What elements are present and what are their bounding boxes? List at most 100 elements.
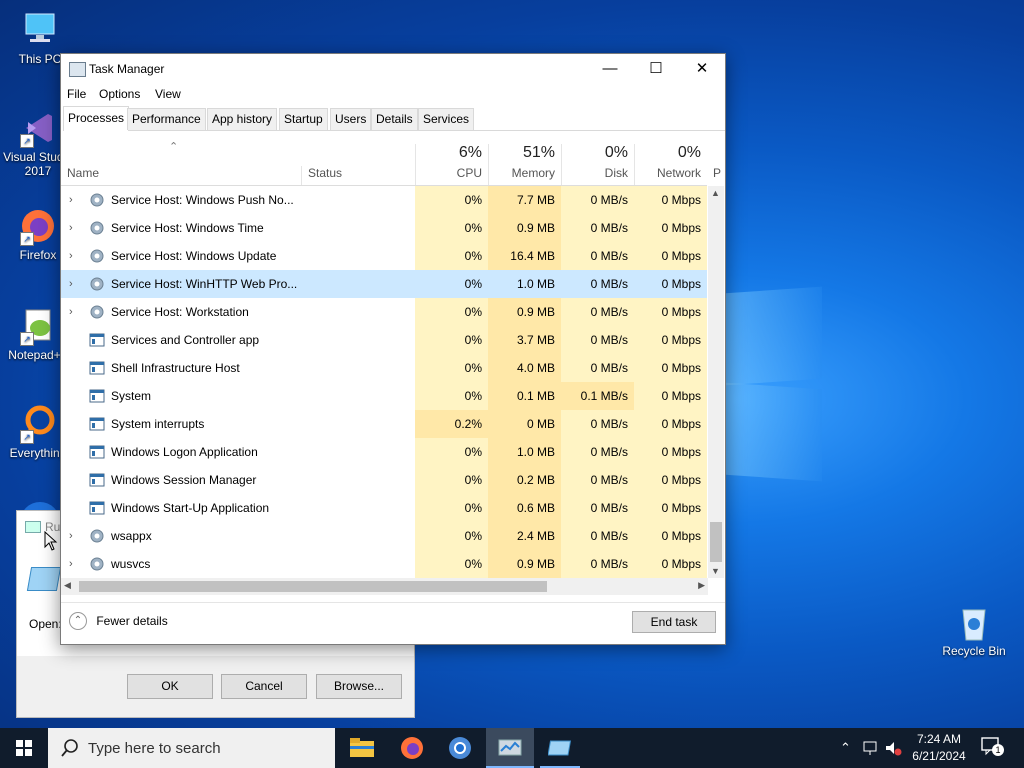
- column-network[interactable]: 0% Network: [634, 144, 707, 185]
- shortcut-arrow-icon: ↗: [20, 232, 34, 246]
- table-row[interactable]: › Service Host: Windows Time 0% 0.9 MB 0 MB/…: [61, 214, 707, 242]
- network-value: 0 Mbps: [634, 298, 707, 326]
- taskbar-firefox[interactable]: [388, 728, 436, 768]
- table-row[interactable]: System interrupts 0.2% 0 MB 0 MB/s 0 Mbps: [61, 410, 707, 438]
- task-manager-icon: [498, 739, 522, 756]
- column-power-partial[interactable]: P: [713, 166, 721, 180]
- chevron-right-icon[interactable]: ›: [69, 550, 73, 578]
- network-value: 0 Mbps: [634, 326, 707, 354]
- title-bar[interactable]: Task Manager — ☐ ✕: [61, 54, 725, 84]
- menu-options[interactable]: Options: [99, 87, 140, 101]
- table-row[interactable]: System 0% 0.1 MB 0.1 MB/s 0 Mbps: [61, 382, 707, 410]
- vertical-scrollbar[interactable]: ▲ ▼: [708, 186, 724, 578]
- end-task-button[interactable]: End task: [632, 611, 716, 633]
- cpu-value: 0%: [415, 438, 488, 466]
- disk-value: 0 MB/s: [561, 410, 634, 438]
- clock-date[interactable]: 6/21/2024: [910, 749, 968, 763]
- window-icon: [89, 361, 105, 375]
- folder-icon: [350, 738, 374, 757]
- process-list: › Service Host: Windows Push No... 0% 7.7 M…: [61, 186, 707, 578]
- taskbar-task-manager[interactable]: [486, 728, 534, 768]
- gear-icon: [90, 277, 104, 291]
- table-row[interactable]: › Service Host: Windows Update 0% 16.4 MB 0 …: [61, 242, 707, 270]
- taskbar-run[interactable]: [536, 728, 584, 768]
- volume-muted-icon[interactable]: [884, 740, 902, 756]
- table-row[interactable]: › wsappx 0% 2.4 MB 0 MB/s 0 Mbps: [61, 522, 707, 550]
- horizontal-scrollbar[interactable]: ◀ ▶: [61, 578, 708, 595]
- close-button[interactable]: ✕: [679, 54, 725, 84]
- chevron-right-icon[interactable]: ›: [69, 522, 73, 550]
- hscroll-thumb[interactable]: [79, 581, 547, 592]
- column-cpu[interactable]: 6% CPU: [415, 144, 488, 185]
- window-icon: [89, 417, 105, 431]
- column-status[interactable]: Status: [301, 166, 342, 185]
- tab-app-history[interactable]: App history: [207, 108, 278, 130]
- scroll-right-icon[interactable]: ▶: [698, 580, 705, 591]
- notification-center-button[interactable]: 1: [980, 736, 1004, 760]
- scroll-down-icon[interactable]: ▼: [711, 566, 720, 576]
- mouse-cursor-icon: [44, 531, 58, 551]
- process-name: Service Host: WinHTTP Web Pro...: [111, 277, 298, 291]
- tab-details[interactable]: Details: [371, 108, 418, 130]
- chevron-right-icon[interactable]: ›: [69, 270, 73, 298]
- table-row[interactable]: › Service Host: WinHTTP Web Pro... 0% 1.0 M…: [61, 270, 707, 298]
- table-row[interactable]: › Service Host: Workstation 0% 0.9 MB 0 MB/s…: [61, 298, 707, 326]
- clock-time[interactable]: 7:24 AM: [916, 732, 962, 746]
- task-manager-window: Task Manager — ☐ ✕ File Options View Pro…: [60, 53, 726, 645]
- start-button[interactable]: [0, 728, 48, 768]
- taskbar-chrome[interactable]: [436, 728, 484, 768]
- table-row[interactable]: Windows Session Manager 0% 0.2 MB 0 MB/s 0 M…: [61, 466, 707, 494]
- scroll-left-icon[interactable]: ◀: [64, 580, 71, 591]
- tab-performance[interactable]: Performance: [127, 108, 206, 130]
- browse-button[interactable]: Browse...: [316, 674, 402, 699]
- network-icon[interactable]: [862, 740, 878, 756]
- ok-button[interactable]: OK: [127, 674, 213, 699]
- run-open-label: Open:: [29, 617, 62, 631]
- table-row[interactable]: › Service Host: Windows Push No... 0% 7.7 M…: [61, 186, 707, 214]
- cpu-value: 0%: [415, 186, 488, 214]
- tab-services[interactable]: Services: [418, 108, 475, 130]
- menu-view[interactable]: View: [155, 87, 181, 101]
- scroll-thumb[interactable]: [710, 522, 722, 562]
- tab-users[interactable]: Users: [330, 108, 372, 130]
- memory-value: 2.4 MB: [488, 522, 561, 550]
- show-hidden-icons-chevron-icon[interactable]: ⌃: [840, 740, 851, 756]
- desktop-icon-recycle-bin[interactable]: Recycle Bin: [938, 602, 1010, 658]
- cancel-button[interactable]: Cancel: [221, 674, 307, 699]
- column-disk[interactable]: 0% Disk: [561, 144, 634, 185]
- memory-value: 0.2 MB: [488, 466, 561, 494]
- scroll-up-icon[interactable]: ▲: [711, 188, 720, 198]
- wallpaper-beam: [724, 382, 822, 482]
- gear-icon: [90, 221, 104, 235]
- cpu-value: 0%: [415, 522, 488, 550]
- table-row[interactable]: Windows Logon Application 0% 1.0 MB 0 MB/s 0…: [61, 438, 707, 466]
- table-row[interactable]: › wusvcs 0% 0.9 MB 0 MB/s 0 Mbps: [61, 550, 707, 578]
- taskbar-file-explorer[interactable]: [338, 728, 386, 768]
- chevron-right-icon[interactable]: ›: [69, 186, 73, 214]
- table-row[interactable]: Windows Start-Up Application 0% 0.6 MB 0 MB…: [61, 494, 707, 522]
- column-name[interactable]: Name: [67, 166, 99, 180]
- maximize-button[interactable]: ☐: [633, 54, 679, 84]
- firefox-icon: [401, 737, 423, 759]
- shortcut-arrow-icon: ↗: [20, 134, 34, 148]
- tab-startup[interactable]: Startup: [279, 108, 328, 130]
- run-title-icon: [25, 521, 41, 533]
- menu-file[interactable]: File: [67, 87, 86, 101]
- taskbar-search-box[interactable]: Type here to search: [48, 728, 335, 768]
- wallpaper-beam: [724, 286, 822, 386]
- minimize-button[interactable]: —: [587, 54, 633, 84]
- column-header: ⌃ Name Status 6% CPU 51% Memory 0% Disk …: [61, 141, 721, 186]
- fewer-details-toggle[interactable]: ⌃ Fewer details: [69, 612, 168, 630]
- memory-value: 0.6 MB: [488, 494, 561, 522]
- process-name: System interrupts: [111, 417, 205, 431]
- chevron-right-icon[interactable]: ›: [69, 242, 73, 270]
- cpu-value: 0.2%: [415, 410, 488, 438]
- column-memory[interactable]: 51% Memory: [488, 144, 561, 185]
- chevron-right-icon[interactable]: ›: [69, 298, 73, 326]
- chevron-right-icon[interactable]: ›: [69, 214, 73, 242]
- table-row[interactable]: Shell Infrastructure Host 0% 4.0 MB 0 MB/s 0…: [61, 354, 707, 382]
- table-row[interactable]: Services and Controller app 0% 3.7 MB 0 MB/…: [61, 326, 707, 354]
- recycle-bin-icon: [954, 602, 994, 642]
- disk-value: 0 MB/s: [561, 242, 634, 270]
- tab-processes[interactable]: Processes: [63, 106, 130, 131]
